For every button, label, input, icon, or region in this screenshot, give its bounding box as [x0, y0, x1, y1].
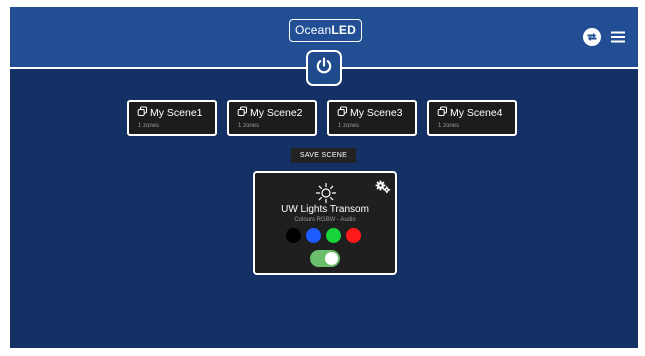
- color-swatch-red[interactable]: [346, 228, 361, 243]
- scene-icon: [437, 106, 448, 120]
- toggle-knob: [325, 252, 338, 265]
- scene-zone-count: 1 zones: [138, 123, 160, 129]
- settings-gears-icon[interactable]: [375, 180, 391, 194]
- scene-card[interactable]: My Scene2 1 zones: [227, 100, 317, 136]
- scene-card[interactable]: My Scene3 1 zones: [327, 100, 417, 136]
- scene-zone-count: 1 zones: [438, 123, 460, 129]
- scene-icon: [137, 106, 148, 120]
- scene-title: My Scene2: [237, 106, 303, 120]
- color-swatch-blue[interactable]: [306, 228, 321, 243]
- sun-icon: [315, 182, 337, 204]
- app-window: OceanLED My Scene1 1 zones My Scene2 1 z…: [10, 7, 638, 348]
- scene-icon: [337, 106, 348, 120]
- scene-card[interactable]: My Scene1 1 zones: [127, 100, 217, 136]
- scene-zone-count: 1 zones: [338, 123, 360, 129]
- zone-type: Colours RGBW - Audio: [294, 217, 356, 223]
- color-swatch-black[interactable]: [286, 228, 301, 243]
- scene-title: My Scene1: [137, 106, 203, 120]
- scene-card[interactable]: My Scene4 1 zones: [427, 100, 517, 136]
- scene-icon: [237, 106, 248, 120]
- scene-title: My Scene3: [337, 106, 403, 120]
- zone-name: UW Lights Transom: [281, 204, 369, 215]
- color-swatch-green[interactable]: [326, 228, 341, 243]
- zone-card: UW Lights Transom Colours RGBW - Audio: [253, 171, 397, 275]
- power-icon: [314, 56, 334, 81]
- zone-power-toggle[interactable]: [310, 250, 340, 267]
- save-scene-button[interactable]: SAVE SCENE: [291, 148, 356, 163]
- scene-zone-count: 1 zones: [238, 123, 260, 129]
- power-button[interactable]: [306, 50, 342, 86]
- scene-title: My Scene4: [437, 106, 503, 120]
